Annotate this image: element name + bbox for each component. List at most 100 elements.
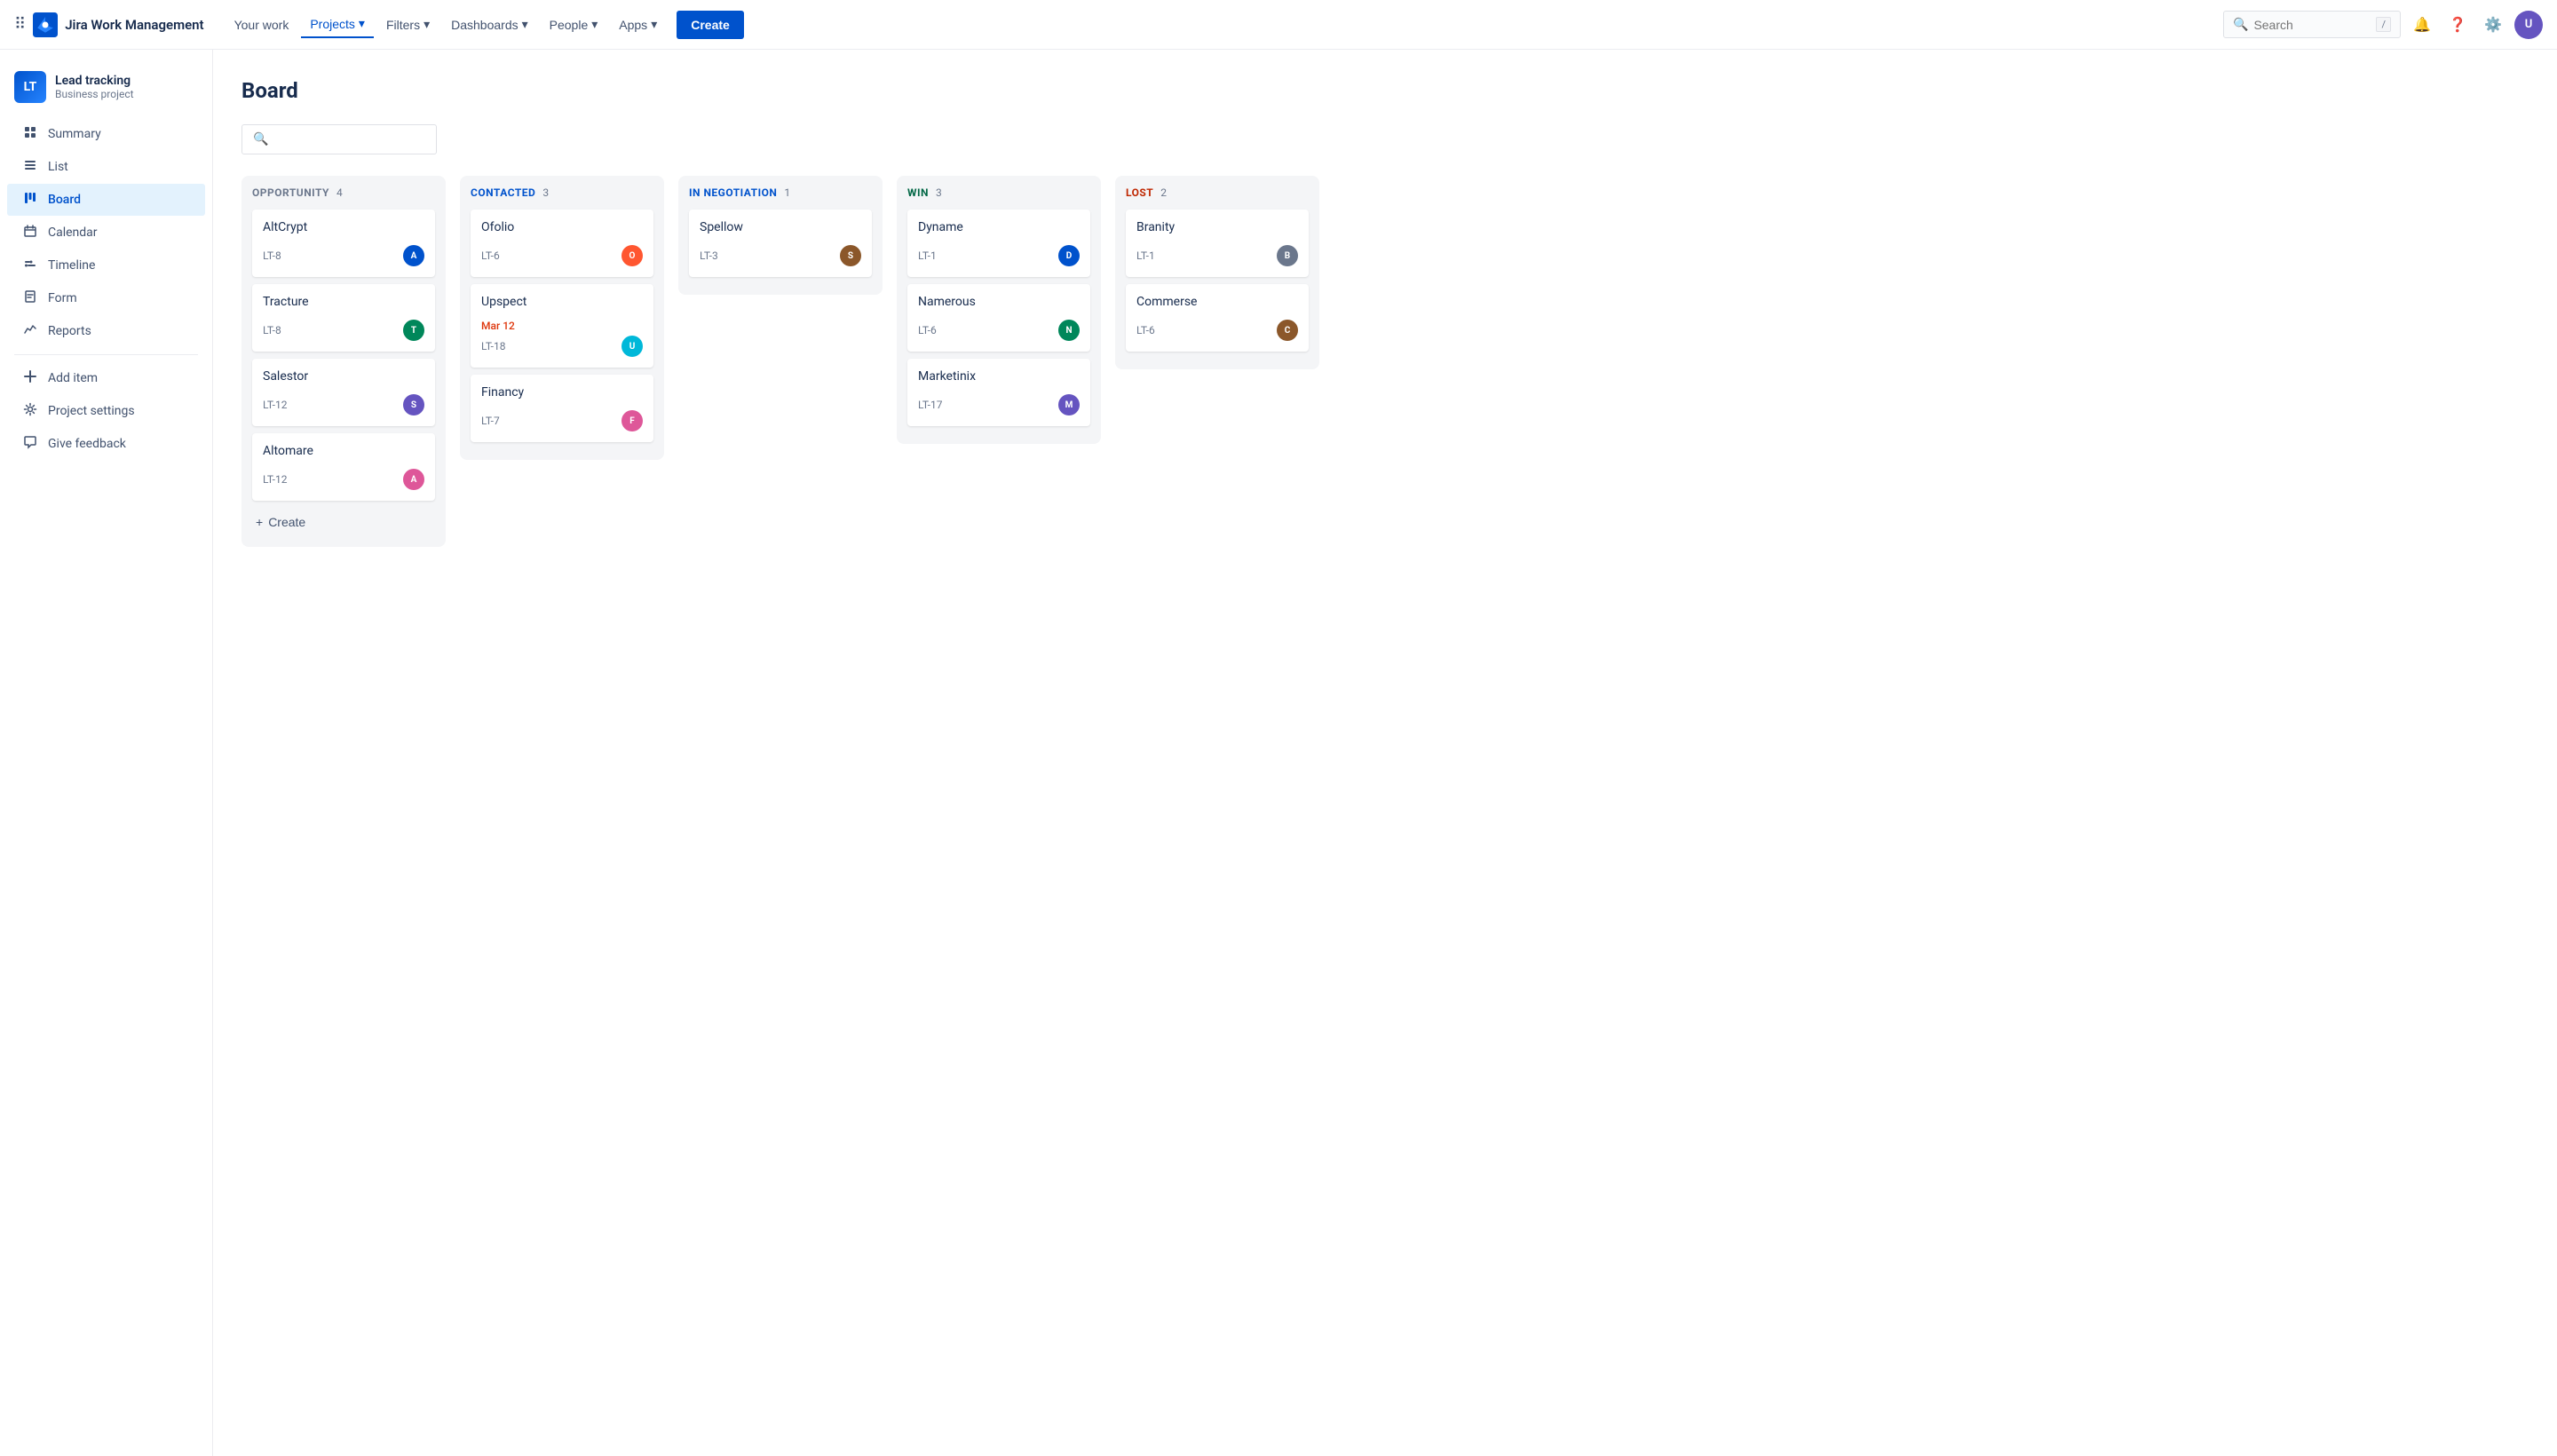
- card-id: LT-6: [918, 324, 937, 336]
- search-input[interactable]: [2253, 18, 2371, 32]
- card-avatar: A: [403, 469, 424, 490]
- board-card[interactable]: Tracture LT-8 T: [252, 284, 435, 352]
- card-id: LT-8: [263, 324, 281, 336]
- sidebar-label-timeline: Timeline: [48, 258, 95, 273]
- app-logo[interactable]: Jira Work Management: [33, 12, 203, 37]
- card-title: Marketinix: [918, 369, 1080, 384]
- board-card[interactable]: Marketinix LT-17 M: [907, 359, 1090, 426]
- board-card[interactable]: Salestor LT-12 S: [252, 359, 435, 426]
- sidebar-label-form: Form: [48, 291, 77, 305]
- summary-icon: [21, 125, 39, 143]
- nav-people[interactable]: People ▾: [541, 12, 607, 37]
- column-header-contacted: CONTACTED3: [471, 186, 653, 199]
- settings-button[interactable]: ⚙️: [2479, 11, 2507, 39]
- card-title: AltCrypt: [263, 220, 424, 234]
- column-contacted: CONTACTED3 Ofolio LT-6 O Upspect Mar 12 …: [460, 176, 664, 460]
- sidebar-item-list[interactable]: List: [7, 151, 205, 183]
- create-label: Create: [268, 515, 305, 529]
- card-id: LT-18: [481, 340, 505, 352]
- chevron-down-icon: ▾: [522, 17, 528, 32]
- card-avatar: U: [621, 336, 643, 357]
- app-name: Jira Work Management: [65, 17, 203, 33]
- card-title: Dyname: [918, 220, 1080, 234]
- column-win: WIN3 Dyname LT-1 D Namerous LT-6 N Marke…: [897, 176, 1101, 444]
- sidebar-item-calendar[interactable]: Calendar: [7, 217, 205, 249]
- sidebar-label-project-settings: Project settings: [48, 404, 135, 418]
- grid-icon[interactable]: ⠿: [14, 15, 26, 34]
- project-settings-icon: [21, 402, 39, 420]
- card-avatar: T: [403, 320, 424, 341]
- column-in-negotiation: IN NEGOTIATION1 Spellow LT-3 S: [678, 176, 883, 295]
- create-card-button[interactable]: +Create: [252, 508, 435, 536]
- board-card[interactable]: Altomare LT-12 A: [252, 433, 435, 501]
- form-icon: [21, 289, 39, 307]
- add-item-icon: [21, 369, 39, 387]
- user-avatar[interactable]: U: [2514, 11, 2543, 39]
- reports-icon: [21, 322, 39, 340]
- nav-links: Your work Projects ▾ Filters ▾ Dashboard…: [226, 11, 2223, 39]
- sidebar-label-give-feedback: Give feedback: [48, 437, 126, 451]
- calendar-icon: [21, 224, 39, 241]
- nav-your-work[interactable]: Your work: [226, 12, 298, 37]
- search-box[interactable]: 🔍 /: [2223, 11, 2401, 38]
- sidebar-item-form[interactable]: Form: [7, 282, 205, 314]
- sidebar-item-summary[interactable]: Summary: [7, 118, 205, 150]
- project-type: Business project: [55, 88, 134, 100]
- sidebar-item-give-feedback[interactable]: Give feedback: [7, 428, 205, 460]
- card-footer: LT-7 F: [481, 410, 643, 431]
- card-id: LT-3: [700, 249, 718, 262]
- board-card[interactable]: Financy LT-7 F: [471, 375, 653, 442]
- sidebar: LT Lead tracking Business project Summar…: [0, 50, 213, 1456]
- sidebar-label-calendar: Calendar: [48, 226, 98, 240]
- card-id: LT-7: [481, 415, 500, 427]
- board-card[interactable]: Namerous LT-6 N: [907, 284, 1090, 352]
- column-label: OPPORTUNITY: [252, 186, 329, 199]
- sidebar-item-reports[interactable]: Reports: [7, 315, 205, 347]
- search-shortcut: /: [2376, 17, 2391, 32]
- card-footer: LT-1 D: [918, 245, 1080, 266]
- nav-dashboards[interactable]: Dashboards ▾: [442, 12, 537, 37]
- board-card[interactable]: Spellow LT-3 S: [689, 210, 872, 277]
- sidebar-item-project-settings[interactable]: Project settings: [7, 395, 205, 427]
- column-count: 3: [936, 186, 942, 199]
- board-search-icon: 🔍: [253, 132, 268, 146]
- sidebar-label-list: List: [48, 160, 68, 174]
- board-card[interactable]: Ofolio LT-6 O: [471, 210, 653, 277]
- help-button[interactable]: ❓: [2443, 11, 2472, 39]
- board-search-box[interactable]: 🔍: [241, 124, 437, 154]
- card-id: LT-12: [263, 399, 287, 411]
- card-title: Commerse: [1136, 295, 1298, 309]
- column-header-win: WIN3: [907, 186, 1090, 199]
- board-card[interactable]: Branity LT-1 B: [1126, 210, 1309, 277]
- board-columns: OPPORTUNITY 4 AltCrypt LT-8 A Tracture LT…: [241, 176, 2529, 547]
- project-header: LT Lead tracking Business project: [0, 64, 212, 117]
- card-id: LT-12: [263, 473, 287, 486]
- board-card[interactable]: Upspect Mar 12 LT-18 U: [471, 284, 653, 368]
- sidebar-item-board[interactable]: Board: [7, 184, 205, 216]
- nav-projects[interactable]: Projects ▾: [301, 11, 374, 38]
- board-card[interactable]: Commerse LT-6 C: [1126, 284, 1309, 352]
- create-button[interactable]: Create: [677, 11, 744, 39]
- board-search-input[interactable]: [275, 132, 425, 146]
- chevron-down-icon: ▾: [424, 17, 430, 32]
- card-overdue-date: Mar 12: [481, 320, 643, 332]
- project-name: Lead tracking: [55, 74, 134, 88]
- column-header-opportunity: OPPORTUNITY 4: [252, 186, 435, 199]
- notifications-button[interactable]: 🔔: [2408, 11, 2436, 39]
- nav-filters[interactable]: Filters ▾: [377, 12, 439, 37]
- project-info: Lead tracking Business project: [55, 74, 134, 100]
- sidebar-item-add-item[interactable]: Add item: [7, 362, 205, 394]
- chevron-down-icon: ▾: [359, 16, 365, 31]
- nav-apps[interactable]: Apps ▾: [610, 12, 666, 37]
- sidebar-item-timeline[interactable]: Timeline: [7, 249, 205, 281]
- card-id: LT-6: [481, 249, 500, 262]
- column-count: 4: [336, 186, 343, 199]
- board-card[interactable]: Dyname LT-1 D: [907, 210, 1090, 277]
- card-id: LT-1: [1136, 249, 1155, 262]
- card-title: Upspect: [481, 295, 643, 309]
- board-card[interactable]: AltCrypt LT-8 A: [252, 210, 435, 277]
- card-id: LT-17: [918, 399, 942, 411]
- main-content: Board 🔍 OPPORTUNITY4 AltCrypt LT-8 A Tra…: [213, 50, 2557, 1456]
- chevron-down-icon: ▾: [651, 17, 657, 32]
- top-navigation: ⠿ Jira Work Management Your work Project…: [0, 0, 2557, 50]
